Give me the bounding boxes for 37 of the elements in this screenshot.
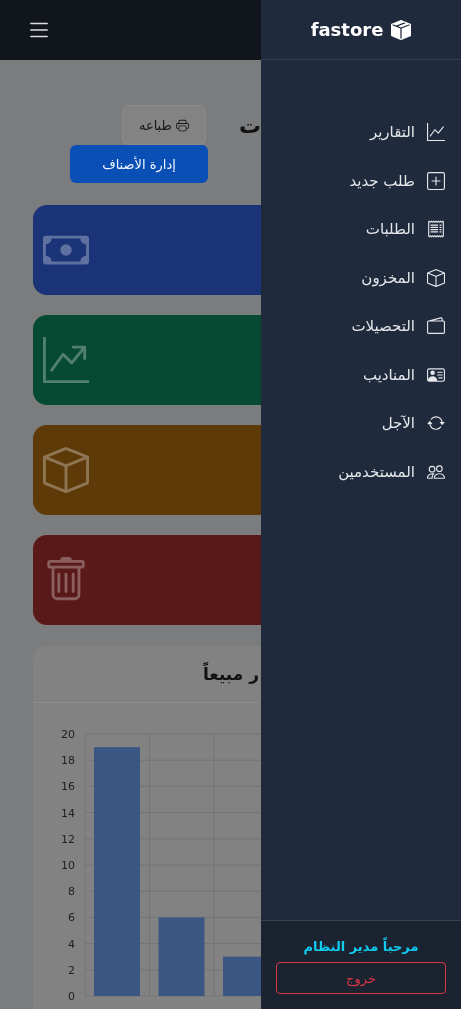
page-title: ت bbox=[238, 112, 261, 138]
chart-title: ر مبيعاً bbox=[202, 664, 259, 684]
wallet-icon bbox=[427, 317, 445, 336]
axis-tick-label: 2 bbox=[68, 963, 75, 977]
axis-tick-label: 20 bbox=[61, 728, 75, 741]
axis-tick-label: 10 bbox=[61, 859, 75, 872]
axis-tick-label: 4 bbox=[68, 937, 75, 951]
menu-link[interactable]: المخزون bbox=[261, 253, 461, 302]
menu-link[interactable]: الطلبات bbox=[261, 205, 461, 254]
axis-tick-label: 6 bbox=[68, 911, 75, 925]
box-icon bbox=[427, 268, 445, 287]
printer-icon bbox=[175, 118, 189, 132]
growth-chart-icon bbox=[43, 337, 89, 383]
receipt-icon bbox=[427, 220, 445, 239]
brand-name: fastore bbox=[310, 19, 384, 40]
box-icon bbox=[43, 447, 89, 493]
axis-tick-label: 16 bbox=[61, 780, 75, 794]
menu-link[interactable]: المناديب bbox=[261, 350, 461, 399]
menu-link[interactable]: المستخدمين bbox=[261, 447, 461, 496]
menu-link[interactable]: التقارير bbox=[261, 108, 461, 157]
logout-button[interactable]: خروج bbox=[276, 962, 446, 994]
axis-tick-label: 18 bbox=[61, 754, 75, 768]
refresh-icon bbox=[427, 414, 445, 433]
line-chart-icon bbox=[427, 123, 445, 142]
axis-tick-label: 14 bbox=[61, 806, 75, 820]
manage-items-button[interactable]: إدارة الأصناف bbox=[70, 145, 208, 183]
id-card-icon bbox=[427, 365, 445, 384]
print-button[interactable]: طباعه bbox=[121, 105, 206, 145]
axis-tick-label: 0 bbox=[68, 990, 75, 1003]
axis-tick-label: 8 bbox=[68, 885, 75, 899]
menu-link[interactable]: الآجل bbox=[261, 399, 461, 448]
people-icon bbox=[427, 462, 445, 481]
box-icon bbox=[391, 19, 412, 40]
axis-tick-label: 12 bbox=[61, 832, 75, 846]
welcome-text: مرحباً مدير النظام bbox=[303, 939, 419, 954]
menu-link[interactable]: طلب جديد bbox=[261, 156, 461, 205]
menu-link[interactable]: التحصيلات bbox=[261, 302, 461, 351]
